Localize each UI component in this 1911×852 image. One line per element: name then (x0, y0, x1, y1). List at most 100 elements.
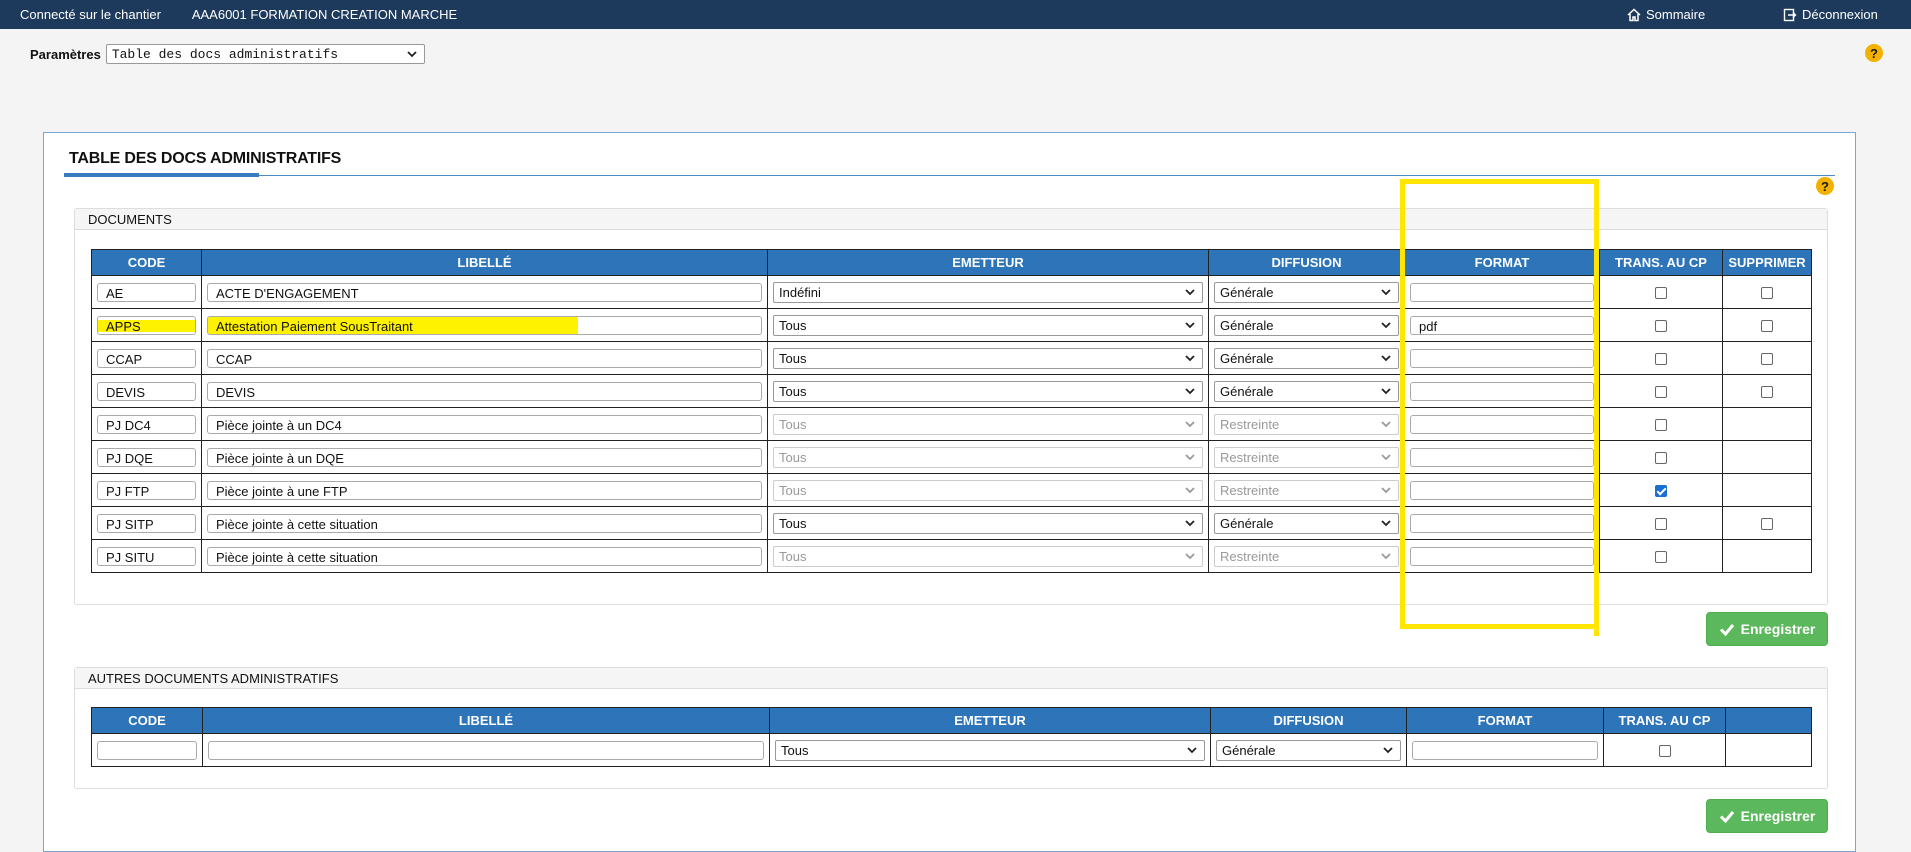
emetteur-select[interactable]: Tous (773, 380, 1203, 402)
diffusion-cell: Restreinte (1208, 473, 1405, 507)
emetteur-value: Indéfini (779, 284, 821, 300)
trans-checkbox[interactable] (1655, 485, 1667, 498)
libelle-input[interactable]: Pièce jointe à cette situation (207, 513, 762, 533)
diffusion-select[interactable]: Générale (1214, 347, 1399, 369)
diffusion-value: Restreinte (1220, 416, 1280, 432)
autres-col-header: EMETTEUR (769, 707, 1211, 734)
emetteur-cell: Tous (767, 341, 1209, 375)
emetteur-value: Tous (779, 548, 807, 564)
diffusion-select: Restreinte (1214, 545, 1399, 567)
libelle-input[interactable]: CCAP (207, 348, 762, 368)
emetteur-cell: Tous (767, 440, 1209, 474)
diffusion-select[interactable]: Générale (1214, 380, 1399, 402)
diffusion-select[interactable]: Générale (1214, 281, 1399, 303)
deconnexion-link[interactable]: Déconnexion (1783, 7, 1878, 22)
diffusion-select[interactable]: Générale (1214, 512, 1399, 534)
trans-checkbox[interactable] (1655, 452, 1667, 465)
trans-checkbox[interactable] (1655, 551, 1667, 564)
emetteur-select[interactable]: Indéfini (773, 281, 1203, 303)
supprimer-cell (1722, 440, 1812, 474)
emetteur-select[interactable]: Tous (773, 347, 1203, 369)
autres-table: CODE LIBELLÉ EMETTEUR DIFFUSION FORMAT TRANS.… (91, 707, 1812, 767)
libelle-input[interactable]: Pièce jointe à une FTP (207, 480, 762, 500)
emetteur-select[interactable]: Tous (773, 314, 1203, 336)
save-button[interactable]: Enregistrer (1706, 612, 1828, 646)
autres-col-header: DIFFUSION (1210, 707, 1407, 734)
chantier-info: Connecté sur le chantier AAA6001 FORMATI… (20, 7, 485, 22)
trans-checkbox[interactable] (1655, 320, 1667, 333)
libelle-cell: Attestation Paiement SousTraitant (201, 308, 768, 342)
code-input[interactable]: PJ DQE (97, 447, 196, 467)
libelle-input[interactable]: DEVIS (207, 381, 762, 401)
code-input[interactable]: PJ FTP (97, 480, 196, 500)
chevron-down-icon (1186, 744, 1198, 756)
trans-checkbox[interactable] (1655, 353, 1667, 366)
chevron-down-icon (1380, 517, 1392, 529)
emetteur-cell: Tous (767, 374, 1209, 408)
supprimer-cell (1722, 539, 1812, 573)
libelle-input[interactable]: Pièce jointe à un DC4 (207, 414, 762, 434)
trans-checkbox[interactable] (1655, 518, 1667, 531)
code-input[interactable]: PJ SITU (97, 546, 196, 566)
supprimer-checkbox[interactable] (1761, 386, 1773, 399)
new-code-input[interactable] (97, 740, 197, 760)
libelle-input[interactable]: Pièce jointe à un DQE (207, 447, 762, 467)
documents-col-header: LIBELLÉ (201, 249, 768, 276)
code-input[interactable]: PJ DC4 (97, 414, 196, 434)
deconnexion-label: Déconnexion (1802, 7, 1878, 22)
new-diffusion-select[interactable]: Générale (1216, 739, 1401, 761)
new-diffusion-cell: Générale (1210, 733, 1407, 767)
diffusion-cell: Restreinte (1208, 440, 1405, 474)
trans-cell (1599, 407, 1723, 441)
autres-col-header (1725, 707, 1812, 734)
libelle-input[interactable]: Attestation Paiement SousTraitant (207, 315, 762, 335)
trans-checkbox[interactable] (1655, 287, 1667, 300)
emetteur-select[interactable]: Tous (773, 512, 1203, 534)
supprimer-checkbox[interactable] (1761, 353, 1773, 366)
libelle-input[interactable]: Pièce jointe à cette situation (207, 546, 762, 566)
emetteur-cell: Tous (767, 407, 1209, 441)
help-icon[interactable]: ? (1865, 44, 1883, 62)
diffusion-select[interactable]: Générale (1214, 314, 1399, 336)
panel-help-icon[interactable]: ? (1816, 177, 1834, 195)
code-input[interactable]: DEVIS (97, 381, 196, 401)
supprimer-checkbox[interactable] (1761, 518, 1773, 531)
new-libelle-cell (202, 733, 770, 767)
diffusion-cell: Générale (1208, 374, 1405, 408)
new-emetteur-select[interactable]: Tous (775, 739, 1205, 761)
save-autres-label: Enregistrer (1740, 808, 1816, 824)
diffusion-value: Générale (1220, 284, 1274, 300)
save-autres-button[interactable]: Enregistrer (1706, 799, 1828, 833)
chevron-down-icon (1184, 418, 1196, 430)
autres-col-header: LIBELLÉ (202, 707, 770, 734)
code-input[interactable]: APPS (97, 315, 196, 335)
diffusion-value: Générale (1220, 350, 1274, 366)
sommaire-link[interactable]: Sommaire (1627, 7, 1705, 22)
supprimer-cell (1722, 374, 1812, 408)
autres-heading: AUTRES DOCUMENTS ADMINISTRATIFS (75, 668, 1827, 689)
new-libelle-input[interactable] (208, 740, 764, 760)
documents-col-header: TRANS. AU CP (1599, 249, 1723, 276)
chevron-down-icon (1380, 385, 1392, 397)
new-empty-cell (1725, 733, 1812, 767)
code-input[interactable]: PJ SITP (97, 513, 196, 533)
new-format-input[interactable] (1412, 740, 1598, 760)
supprimer-checkbox[interactable] (1761, 320, 1773, 333)
new-emetteur-cell: Tous (769, 733, 1211, 767)
code-cell: PJ FTP (91, 473, 202, 507)
params-select[interactable]: Table des docs administratifs (105, 44, 425, 64)
diffusion-cell: Générale (1208, 506, 1405, 540)
code-input[interactable]: AE (97, 282, 196, 302)
new-trans-checkbox[interactable] (1658, 745, 1671, 758)
emetteur-value: Tous (779, 482, 807, 498)
libelle-cell: Pièce jointe à cette situation (201, 539, 768, 573)
new-diffusion-value: Générale (1222, 742, 1276, 758)
diffusion-cell: Générale (1208, 308, 1405, 342)
supprimer-checkbox[interactable] (1761, 287, 1773, 300)
trans-checkbox[interactable] (1655, 386, 1667, 399)
libelle-input[interactable]: ACTE D'ENGAGEMENT (207, 282, 762, 302)
autres-col-header: FORMAT (1406, 707, 1604, 734)
code-input[interactable]: CCAP (97, 348, 196, 368)
trans-checkbox[interactable] (1655, 419, 1667, 432)
autres-section: AUTRES DOCUMENTS ADMINISTRATIFS CODE LIBE… (74, 667, 1828, 789)
